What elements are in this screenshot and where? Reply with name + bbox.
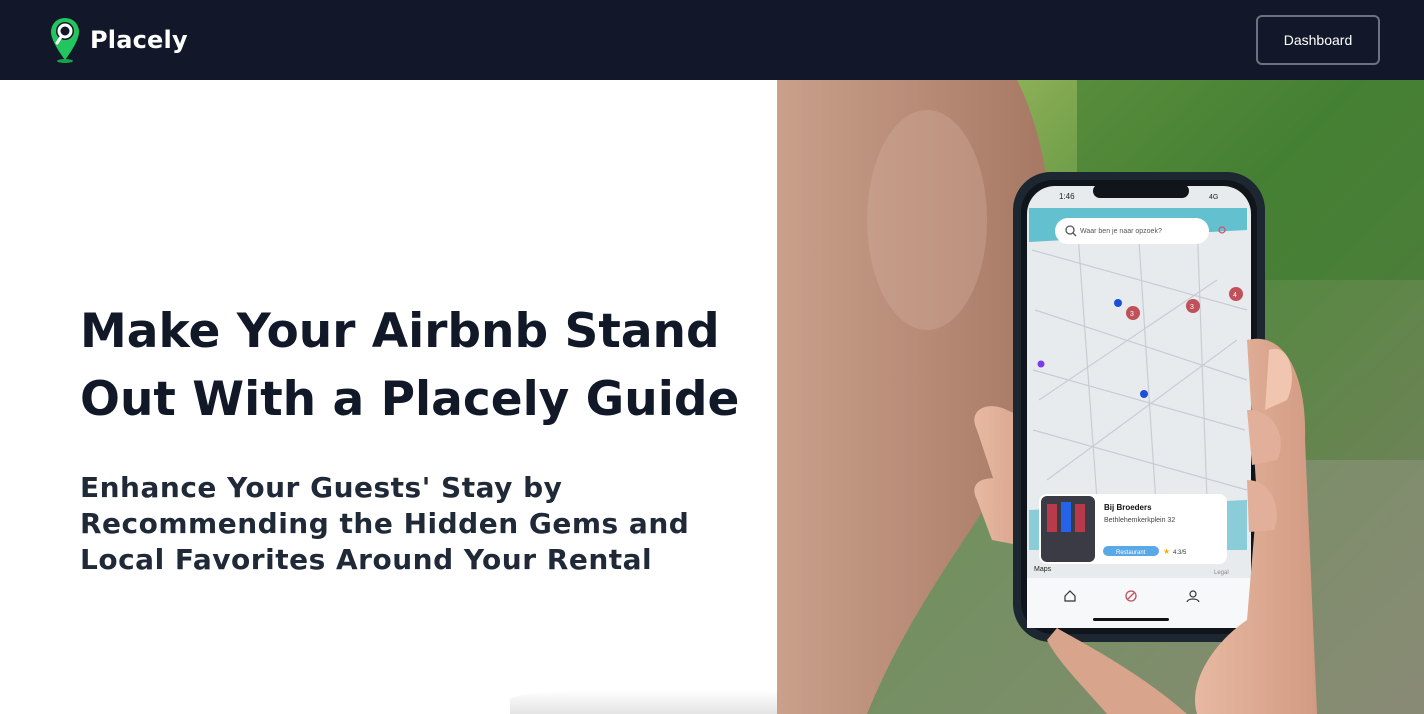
place-rating: 4.3/5 — [1173, 550, 1187, 556]
svg-text:3: 3 — [1130, 311, 1134, 318]
map-marker-purple — [1037, 360, 1045, 368]
brand-name: Placely — [90, 26, 188, 54]
hero-title: Make Your Airbnb Stand Out With a Placel… — [80, 304, 740, 427]
map-marker-blue — [1140, 390, 1148, 398]
place-address: Bethlehemkerkplein 32 — [1104, 517, 1175, 524]
phone-in-hand-illustration: 1:46 4G Waar ben je naar opzoek? 3 3 4 B… — [777, 80, 1424, 714]
maps-attribution: Maps — [1034, 566, 1052, 573]
place-name: Bij Broeders — [1104, 503, 1152, 512]
hero-text-panel: Make Your Airbnb Stand Out With a Placel… — [0, 80, 777, 714]
svg-text:4: 4 — [1233, 292, 1237, 299]
svg-text:3: 3 — [1190, 304, 1194, 311]
brand[interactable]: Placely — [48, 16, 188, 64]
hero-subtitle: Enhance Your Guests' Stay by Recommendin… — [80, 471, 690, 576]
status-time: 1:46 — [1059, 192, 1075, 201]
legal-link: Legal — [1214, 570, 1229, 576]
place-category: Restaurant — [1116, 550, 1146, 556]
star-icon: ★ — [1163, 547, 1170, 556]
bottom-shadow — [510, 690, 777, 714]
dashboard-button[interactable]: Dashboard — [1256, 15, 1380, 65]
map-pin-logo-icon — [51, 18, 79, 63]
hero-photo: 1:46 4G Waar ben je naar opzoek? 3 3 4 B… — [777, 80, 1424, 714]
top-navbar: Placely Dashboard — [0, 0, 1424, 80]
map-marker-blue — [1114, 299, 1122, 307]
phone-search-input: Waar ben je naar opzoek? — [1080, 228, 1162, 235]
status-network: 4G — [1209, 194, 1218, 201]
smartphone: 1:46 4G Waar ben je naar opzoek? 3 3 4 B… — [1013, 172, 1265, 642]
